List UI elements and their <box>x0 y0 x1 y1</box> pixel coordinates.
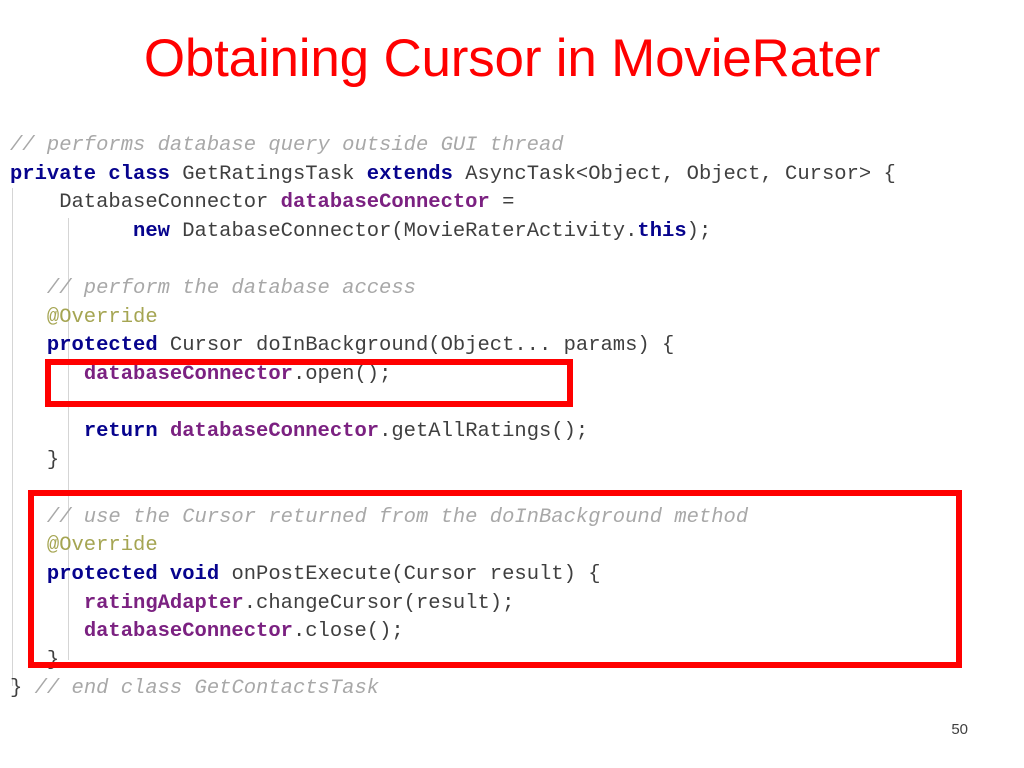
code-token-var: ratingAdapter <box>83 591 244 615</box>
code-line: ratingAdapter.changeCursor(result); <box>10 590 1024 619</box>
code-token-pln <box>158 420 170 443</box>
code-line: @Override <box>10 532 1024 561</box>
slide-page-number: 50 <box>951 721 968 738</box>
code-token-pln: = <box>489 191 515 215</box>
page-title: Obtaining Cursor in MovieRater <box>143 29 881 88</box>
code-token-pln: DatabaseConnector(MovieRaterActivity. <box>169 219 638 243</box>
code-token-kw: private class <box>10 162 170 186</box>
code-line: protected Cursor doInBackground(Object..… <box>10 332 1024 361</box>
code-token-pln <box>10 534 47 557</box>
code-token-pln <box>10 592 84 615</box>
code-token-pln <box>10 220 133 243</box>
code-token-pln <box>10 620 84 643</box>
code-line: // performs database query outside GUI t… <box>10 132 1024 161</box>
code-token-pln: Cursor doInBackground(Object... params) … <box>157 334 675 358</box>
code-line: private class GetRatingsTask extends Asy… <box>10 161 1024 190</box>
code-token-kw: protected void <box>46 562 220 586</box>
code-line: } <box>10 447 1024 476</box>
code-token-var: databaseConnector <box>169 419 380 443</box>
code-token-pln: AsyncTask<Object, Object, Cursor> { <box>452 162 896 186</box>
code-line: // perform the database access <box>10 275 1024 304</box>
code-line: // use the Cursor returned from the doIn… <box>10 504 1024 533</box>
code-line: } <box>10 647 1024 676</box>
code-token-pln: .getAllRatings(); <box>379 419 589 443</box>
code-token-pln: } <box>10 677 35 701</box>
code-token-pln <box>10 306 47 329</box>
code-token-kw: return <box>83 419 158 443</box>
code-token-kw: extends <box>366 162 453 186</box>
code-line: protected void onPostExecute(Cursor resu… <box>10 561 1024 590</box>
code-token-ann: @Override <box>46 305 158 329</box>
code-line: @Override <box>10 304 1024 333</box>
code-token-pln: .open(); <box>292 362 392 386</box>
code-token-pln <box>10 506 47 529</box>
code-token-var: databaseConnector <box>280 191 490 215</box>
code-listing: // performs database query outside GUI t… <box>10 132 1024 704</box>
code-token-cmt: // use the Cursor returned from the doIn… <box>46 505 749 529</box>
code-token-kw: protected <box>46 334 158 358</box>
code-token-var: databaseConnector <box>83 620 293 644</box>
code-line: } // end class GetContactsTask <box>10 675 1024 704</box>
code-token-var: databaseConnector <box>83 362 293 386</box>
code-token-pln: .close(); <box>292 620 404 644</box>
code-token-pln: ); <box>686 219 712 243</box>
code-line: databaseConnector.close(); <box>10 618 1024 647</box>
code-token-cmt: // perform the database access <box>46 276 416 300</box>
code-line: databaseConnector.open(); <box>10 361 1024 390</box>
code-token-pln: .changeCursor(result); <box>243 591 515 615</box>
code-token-kw: new <box>133 219 170 243</box>
code-token-pln: onPostExecute(Cursor result) { <box>219 562 601 586</box>
code-token-ann: @Override <box>46 534 158 558</box>
code-line: return databaseConnector.getAllRatings()… <box>10 418 1024 447</box>
code-line: new DatabaseConnector(MovieRaterActivity… <box>10 218 1024 247</box>
code-token-pln <box>10 363 84 386</box>
code-token-pln <box>10 563 47 586</box>
code-token-pln: GetRatingsTask <box>169 162 367 186</box>
code-token-pln: } <box>10 648 60 672</box>
code-token-pln <box>10 420 84 443</box>
code-token-pln: DatabaseConnector <box>10 191 281 215</box>
code-token-kw: this <box>637 219 687 243</box>
code-line: DatabaseConnector databaseConnector = <box>10 189 1024 218</box>
code-token-pln <box>10 277 47 300</box>
code-token-cmt: // performs database query outside GUI t… <box>10 134 564 157</box>
code-token-cmt: // end class GetContactsTask <box>34 677 380 701</box>
code-token-pln: } <box>10 448 60 472</box>
code-token-pln <box>10 334 47 357</box>
